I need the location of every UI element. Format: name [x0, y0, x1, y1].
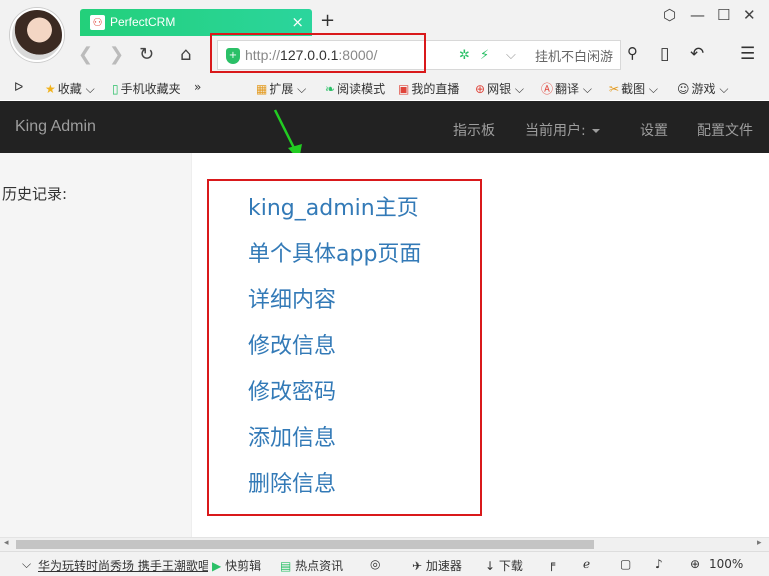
bookmark-extensions[interactable]: ▦ 扩展 ⌵	[256, 80, 306, 97]
nav-settings[interactable]: 设置	[640, 120, 668, 140]
grid-icon: ▦	[256, 82, 268, 96]
bookmark-live[interactable]: ▣ 我的直播	[398, 80, 459, 97]
play-icon: ▶	[212, 559, 222, 573]
bookmark-games[interactable]: ☺ 游戏 ⌵	[677, 80, 728, 97]
tab-favicon-icon: ⚇	[90, 15, 105, 30]
link-add-info[interactable]: 添加信息	[248, 420, 421, 466]
link-detail[interactable]: 详细内容	[248, 282, 421, 328]
scissors-icon: ✂	[609, 82, 620, 96]
news-icon: ▤	[280, 559, 292, 573]
nav-dashboard[interactable]: 指示板	[453, 120, 495, 140]
window-icon[interactable]: ▢	[620, 557, 631, 571]
gamepad-icon: ☺	[677, 82, 690, 96]
link-edit-info[interactable]: 修改信息	[248, 328, 421, 374]
chevron-down-icon[interactable]: ⌵	[506, 48, 516, 63]
download-icon: ↓	[485, 559, 496, 573]
new-tab-button[interactable]: +	[320, 10, 335, 31]
link-list: king_admin主页 单个具体app页面 详细内容 修改信息 修改密码 添加…	[248, 190, 421, 512]
quick-clip[interactable]: ▶ 快剪辑	[212, 557, 261, 574]
link-app-page[interactable]: 单个具体app页面	[248, 236, 421, 282]
bookmark-banking[interactable]: ⊕ 网银 ⌵	[475, 80, 524, 97]
tab-title: PerfectCRM	[110, 15, 176, 29]
reload-icon[interactable]: ↻	[139, 44, 154, 65]
skin-icon[interactable]: ⬡	[663, 6, 676, 24]
bookmarks-bar: ᐅ ★ 收藏 ⌵ ▯ 手机收藏夹 » ▦ 扩展 ⌵ ❧ 阅读模式 ▣ 我的直播 ⊕ 网银 ⌵…	[0, 76, 769, 100]
bookmark-screenshot[interactable]: ✂ 截图 ⌵	[609, 80, 658, 97]
accelerator[interactable]: ✈ 加速器	[412, 557, 462, 574]
bookmark-reader[interactable]: ❧ 阅读模式	[325, 80, 385, 97]
caret-down-icon	[591, 129, 600, 133]
scroll-left-icon[interactable]: ◂	[4, 538, 9, 548]
nav-config[interactable]: 配置文件	[697, 120, 753, 140]
zoom-level[interactable]: 100%	[709, 557, 743, 571]
bookmarks-toggle-icon[interactable]: ᐅ	[14, 80, 23, 94]
mobile-icon: ▯	[112, 82, 119, 96]
bookmark-favorites[interactable]: ★ 收藏 ⌵	[45, 80, 95, 97]
speed-icon[interactable]: ✲	[459, 48, 470, 63]
app-navbar: King Admin 指示板 当前用户: 设置 配置文件	[0, 101, 769, 153]
close-window-icon[interactable]: ✕	[743, 6, 756, 24]
browser-icon[interactable]: ◎	[370, 557, 380, 571]
bookmarks-more[interactable]: »	[194, 80, 201, 94]
phone-icon[interactable]: ▯	[660, 44, 669, 64]
bank-icon: ⊕	[475, 82, 486, 96]
layout-icon[interactable]: ╒	[548, 557, 555, 571]
user-avatar[interactable]	[10, 8, 64, 62]
leaf-icon: ❧	[325, 82, 336, 96]
maximize-icon[interactable]: ☐	[717, 6, 730, 24]
menu-icon[interactable]: ☰	[740, 44, 755, 64]
horizontal-scrollbar[interactable]: ◂ ▸	[0, 537, 769, 551]
search-icon[interactable]: ⚲	[627, 44, 638, 62]
ie-icon[interactable]: ℯ	[583, 557, 590, 571]
news-toggle-icon[interactable]: ⌵	[22, 557, 31, 572]
tab-close-icon[interactable]: ×	[291, 13, 304, 31]
tv-icon: ▣	[398, 82, 410, 96]
star-icon: ★	[45, 82, 56, 96]
status-bar: ⌵ 华为玩转时尚秀场 携手王潮歌唱 ▶ 快剪辑 ▤ 热点资讯 ◎ ✈ 加速器 ↓…	[0, 551, 769, 576]
zoom-icon[interactable]: ⊕	[690, 557, 700, 571]
hot-news[interactable]: ▤ 热点资讯	[280, 557, 343, 574]
home-icon[interactable]: ⌂	[180, 44, 191, 65]
volume-icon[interactable]: ♪	[655, 557, 663, 571]
scroll-thumb[interactable]	[16, 540, 594, 549]
search-input[interactable]: 挂机不白闲游	[535, 46, 613, 65]
forward-icon[interactable]: ❯	[109, 44, 124, 65]
browser-tab[interactable]: ⚇ PerfectCRM ×	[80, 9, 312, 36]
download[interactable]: ↓ 下载	[485, 557, 523, 574]
history-label: 历史记录:	[2, 185, 68, 203]
nav-current-user[interactable]: 当前用户:	[525, 120, 600, 140]
undo-icon[interactable]: ↶	[690, 44, 704, 64]
link-delete-info[interactable]: 删除信息	[248, 466, 421, 512]
minimize-icon[interactable]: —	[690, 6, 705, 24]
brand-logo[interactable]: King Admin	[15, 118, 96, 136]
lightning-icon[interactable]: ⚡	[480, 48, 489, 63]
bookmark-translate[interactable]: Ⓐ 翻译 ⌵	[541, 80, 592, 97]
url-annotation-box	[210, 33, 426, 73]
back-icon[interactable]: ❮	[78, 44, 93, 65]
link-change-password[interactable]: 修改密码	[248, 374, 421, 420]
scroll-right-icon[interactable]: ▸	[757, 538, 762, 548]
sidebar: 历史记录:	[0, 153, 192, 537]
link-king-admin-home[interactable]: king_admin主页	[248, 190, 421, 236]
rocket-icon: ✈	[412, 559, 423, 573]
translate-icon: Ⓐ	[541, 82, 554, 96]
news-ticker[interactable]: 华为玩转时尚秀场 携手王潮歌唱	[38, 557, 208, 574]
bookmark-mobile[interactable]: ▯ 手机收藏夹	[112, 80, 181, 97]
